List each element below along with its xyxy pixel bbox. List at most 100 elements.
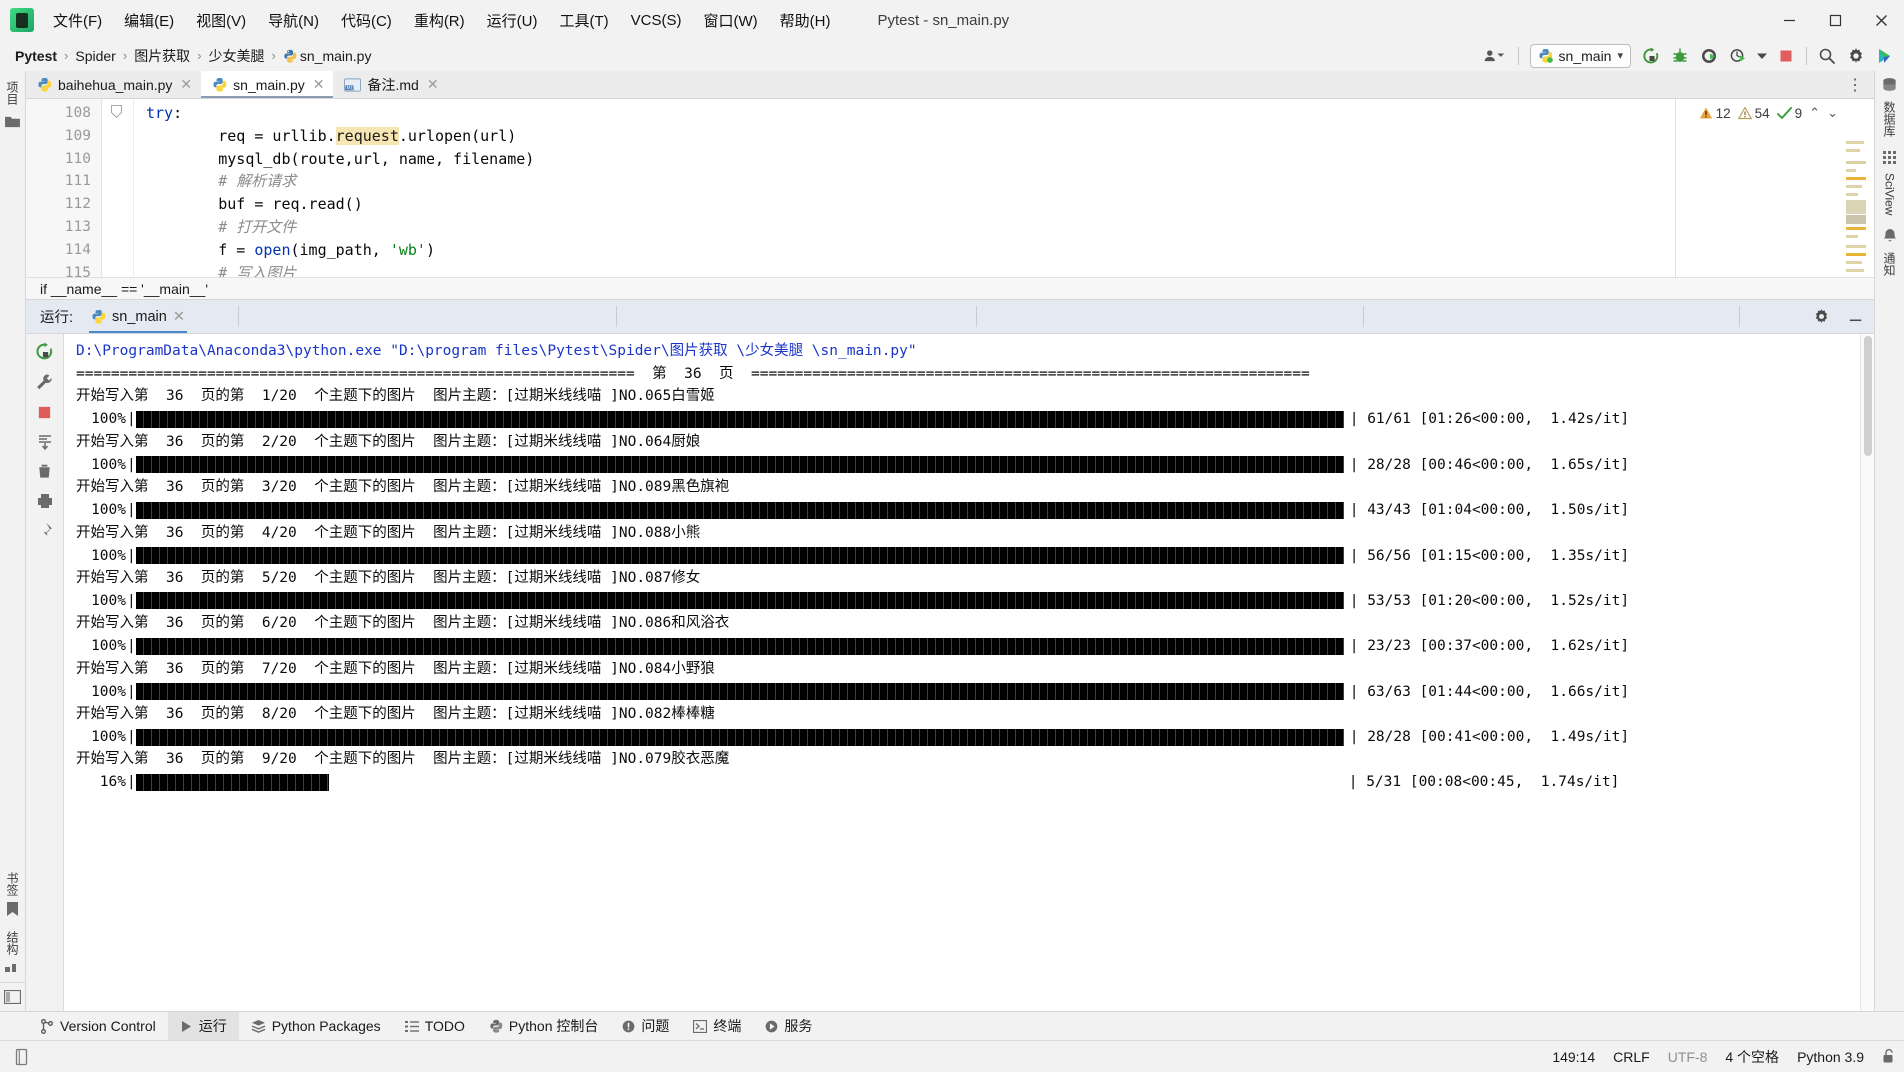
print-icon[interactable]: [36, 492, 54, 510]
menu-window[interactable]: 窗口(W): [692, 4, 768, 37]
typo-count[interactable]: 9: [1776, 106, 1802, 121]
caret-position[interactable]: 149:14: [1552, 1049, 1595, 1065]
status-document-icon[interactable]: [14, 1048, 29, 1066]
error-stripe-minimap[interactable]: [1846, 137, 1868, 275]
close-button[interactable]: [1858, 0, 1904, 40]
bottom-tab-problems[interactable]: 问题: [610, 1012, 681, 1040]
progress-bar-row: 100% | | 63/63 [01:44<00:00, 1.66s/it]: [76, 680, 1874, 703]
run-header-dividers: [26, 300, 1874, 333]
sidebar-item-project[interactable]: 项目: [4, 81, 21, 105]
menu-file[interactable]: 文件(F): [42, 4, 113, 37]
structure-icon[interactable]: [5, 961, 20, 972]
run-console-output[interactable]: D:\ProgramData\Anaconda3\python.exe "D:\…: [64, 334, 1874, 1011]
user-icon[interactable]: [1477, 43, 1511, 69]
database-icon[interactable]: [1881, 77, 1898, 94]
bookmark-icon[interactable]: [6, 902, 19, 917]
breadcrumb-item-spider[interactable]: Spider: [70, 46, 120, 66]
stop-icon[interactable]: [36, 404, 53, 421]
indent-setting[interactable]: 4 个空格: [1725, 1047, 1779, 1067]
weak-warning-count[interactable]: 54: [1737, 106, 1770, 121]
code-folding-column[interactable]: [102, 99, 134, 277]
scroll-down-icon[interactable]: [36, 433, 54, 451]
profile-icon[interactable]: [1725, 43, 1751, 69]
bottom-tab-services[interactable]: 服务: [753, 1012, 824, 1040]
breadcrumb-separator-icon: ›: [122, 48, 128, 63]
inspection-widget[interactable]: 12 54 9 ⌃ ⌄: [1699, 105, 1838, 121]
close-icon[interactable]: ✕: [173, 309, 185, 325]
sidebar-item-sciview[interactable]: SciView: [1883, 173, 1897, 215]
bottom-tab-version-control[interactable]: Version Control: [28, 1012, 168, 1040]
code-breadcrumb[interactable]: if __name__ == '__main__': [26, 277, 1874, 300]
menu-run[interactable]: 运行(U): [476, 4, 549, 37]
close-icon[interactable]: ✕: [313, 76, 325, 93]
updates-icon[interactable]: [1872, 43, 1898, 69]
bottom-tab-run[interactable]: 运行: [167, 1012, 239, 1040]
expand-inspections-icon[interactable]: ⌄: [1827, 105, 1838, 121]
trash-icon[interactable]: [36, 463, 53, 480]
menu-tools[interactable]: 工具(T): [548, 4, 619, 37]
file-encoding[interactable]: UTF-8: [1668, 1049, 1708, 1065]
bottom-tab-label: 运行: [198, 1018, 227, 1034]
structure-folder-icon[interactable]: [5, 115, 20, 128]
breadcrumb-item-file[interactable]: sn_main.py: [278, 46, 377, 66]
menu-refactor[interactable]: 重构(R): [403, 4, 476, 37]
menu-navigate[interactable]: 导航(N): [257, 4, 330, 37]
more-options-icon[interactable]: ⋮: [1841, 75, 1870, 95]
rerun-icon[interactable]: [1638, 43, 1664, 69]
sidebar-item-notifications[interactable]: 通知: [1881, 252, 1898, 276]
breadcrumb-item-project[interactable]: Pytest: [10, 46, 62, 66]
maximize-button[interactable]: [1812, 0, 1858, 40]
profile-dropdown-icon[interactable]: [1754, 43, 1770, 69]
menu-vcs[interactable]: VCS(S): [620, 6, 693, 35]
sidebar-item-database[interactable]: 数据库: [1881, 101, 1898, 137]
scrollbar-thumb[interactable]: [1864, 336, 1872, 456]
console-scrollbar[interactable]: [1860, 334, 1874, 1011]
debug-icon[interactable]: [1667, 43, 1693, 69]
settings-icon[interactable]: [1843, 43, 1869, 69]
search-icon[interactable]: [1814, 43, 1840, 69]
fold-region-icon[interactable]: [111, 105, 122, 118]
minimize-tool-window-icon[interactable]: [1842, 304, 1868, 330]
lock-icon[interactable]: [1882, 1048, 1896, 1065]
menu-edit[interactable]: 编辑(E): [113, 4, 185, 37]
menu-code[interactable]: 代码(C): [330, 4, 403, 37]
bottom-tab-label: 问题: [641, 1018, 670, 1034]
editor-tab-baihehua[interactable]: baihehua_main.py ✕: [26, 71, 202, 98]
menu-view[interactable]: 视图(V): [185, 4, 257, 37]
sidebar-item-structure[interactable]: 结构: [4, 931, 21, 955]
menu-help[interactable]: 帮助(H): [769, 4, 842, 37]
grid-icon[interactable]: [1882, 150, 1898, 166]
python-interpreter[interactable]: Python 3.9: [1797, 1049, 1864, 1065]
bottom-tab-python-packages[interactable]: Python Packages: [239, 1012, 393, 1040]
bell-icon[interactable]: [1882, 228, 1898, 245]
close-icon[interactable]: ✕: [427, 76, 439, 93]
coverage-icon[interactable]: [1696, 43, 1722, 69]
services-icon: [766, 1020, 778, 1032]
breadcrumb-item-folder1[interactable]: 图片获取: [129, 44, 195, 68]
minimize-button[interactable]: [1766, 0, 1812, 40]
pin-icon[interactable]: [36, 522, 53, 539]
gear-icon[interactable]: [1808, 304, 1834, 330]
wrench-icon[interactable]: [35, 373, 54, 392]
editor-tab-beizhu-md[interactable]: MD 备注.md ✕: [333, 71, 448, 98]
editor-tab-label: 备注.md: [367, 76, 419, 93]
sidebar-item-bookmarks[interactable]: 书签: [4, 872, 21, 896]
breadcrumb-item-folder2[interactable]: 少女美腿: [204, 44, 270, 68]
code-editor[interactable]: 108 109 110 111 112 113 114 115 try: req…: [26, 99, 1874, 281]
line-separator[interactable]: CRLF: [1613, 1049, 1650, 1065]
run-configuration-selector[interactable]: sn_main ▾: [1529, 43, 1631, 68]
warning-count[interactable]: 12: [1699, 106, 1731, 121]
code-content[interactable]: try: req = urllib.request.urlopen(url) m…: [134, 99, 1874, 277]
run-tab-sn-main[interactable]: sn_main ✕: [83, 300, 193, 333]
layout-icon[interactable]: [0, 982, 25, 1011]
bottom-tab-python-console[interactable]: Python 控制台: [477, 1012, 610, 1040]
bottom-tab-label: TODO: [424, 1018, 465, 1034]
rerun-icon[interactable]: [35, 342, 54, 361]
close-icon[interactable]: ✕: [180, 76, 192, 93]
run-tool-window-header: 运行: sn_main ✕: [26, 300, 1874, 334]
bottom-tab-terminal[interactable]: 终端: [681, 1012, 753, 1040]
stop-icon[interactable]: [1773, 43, 1799, 69]
editor-tab-sn-main[interactable]: sn_main.py ✕: [201, 71, 334, 98]
bottom-tab-todo[interactable]: TODO: [393, 1012, 477, 1040]
collapse-inspections-icon[interactable]: ⌃: [1809, 105, 1820, 121]
